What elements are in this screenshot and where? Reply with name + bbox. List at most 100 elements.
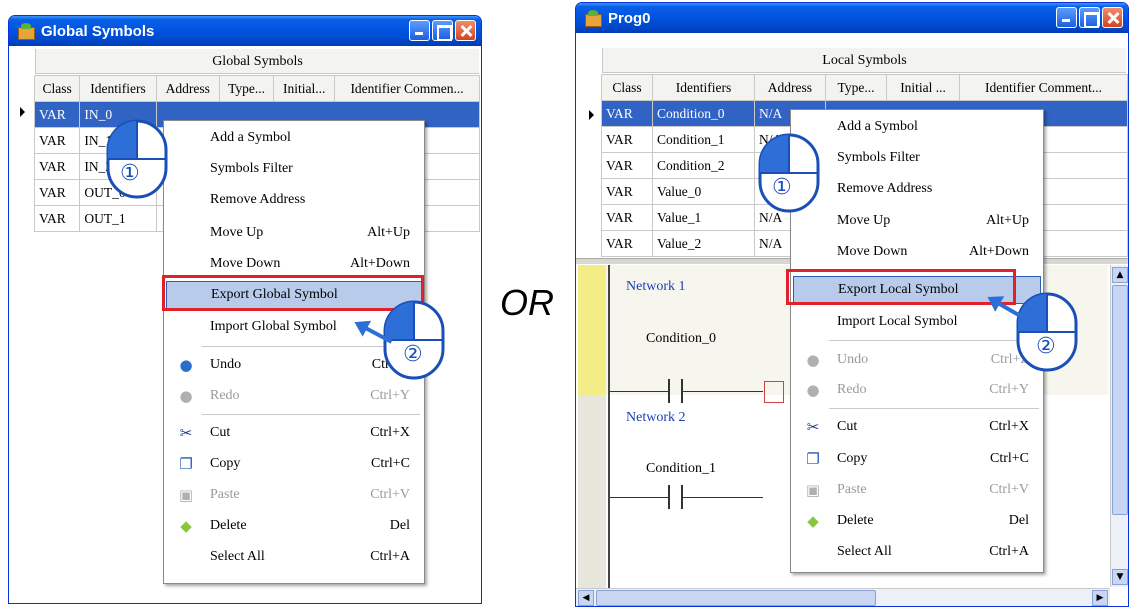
scroll-thumb[interactable]: [596, 590, 876, 606]
minimize-button[interactable]: [1056, 7, 1077, 28]
menu-item-select-all[interactable]: Select All Ctrl+A: [793, 538, 1041, 566]
step-1-label: ①: [120, 161, 140, 186]
contact-left-bar: [668, 379, 670, 403]
paste-icon: ▣: [805, 481, 821, 499]
column-header[interactable]: Type...: [218, 75, 275, 102]
menu-label: Move Up: [210, 225, 264, 240]
menu-item-redo[interactable]: ● Redo Ctrl+Y: [166, 382, 422, 410]
identifier-cell[interactable]: Value_2: [651, 230, 755, 257]
column-header[interactable]: Identifiers: [79, 75, 157, 102]
identifier-cell[interactable]: OUT_1: [79, 205, 157, 232]
menu-shortcut: Alt+Up: [986, 213, 1029, 228]
class-cell[interactable]: VAR: [33, 101, 81, 128]
menu-item-symbols-filter[interactable]: Symbols Filter: [166, 155, 422, 183]
menu-shortcut: Del: [1008, 513, 1029, 528]
table-title: Global Symbols: [35, 49, 479, 74]
class-cell[interactable]: VAR: [33, 179, 81, 206]
copy-icon: ❐: [179, 455, 193, 473]
menu-item-move-up[interactable]: Move Up Alt+Up: [166, 219, 422, 247]
window-title: Global Symbols: [41, 22, 155, 40]
export-callout-box: [786, 269, 1016, 305]
class-cell[interactable]: VAR: [33, 127, 81, 154]
close-button[interactable]: [455, 20, 476, 41]
redo-icon: ●: [806, 381, 820, 399]
column-header[interactable]: Address: [753, 74, 826, 101]
minimize-button[interactable]: [409, 20, 430, 41]
menu-item-paste[interactable]: ▣ Paste Ctrl+V: [166, 481, 422, 509]
menu-label: Delete: [210, 518, 247, 533]
close-button[interactable]: [1102, 7, 1123, 28]
menu-label: Cut: [837, 419, 858, 434]
class-cell[interactable]: VAR: [33, 205, 81, 232]
network-1-output-box: [764, 381, 784, 403]
menu-item-symbols-filter[interactable]: Symbols Filter: [793, 144, 1041, 172]
identifier-cell[interactable]: Value_0: [651, 178, 755, 205]
step-2-label: ②: [1036, 334, 1056, 359]
menu-item-redo[interactable]: ● Redo Ctrl+Y: [793, 376, 1041, 404]
identifier-cell[interactable]: Condition_0: [651, 100, 755, 127]
menu-item-cut[interactable]: ✂ Cut Ctrl+X: [166, 419, 422, 447]
menu-label: Symbols Filter: [837, 150, 920, 165]
scroll-down-button[interactable]: ▼: [1112, 569, 1128, 585]
menu-shortcut: Ctrl+X: [370, 425, 410, 440]
menu-label: Move Down: [210, 256, 281, 271]
menu-label: Select All: [210, 549, 265, 564]
menu-label: Import Global Symbol: [210, 319, 337, 334]
column-header[interactable]: Address: [155, 75, 220, 102]
class-cell[interactable]: VAR: [601, 204, 653, 231]
menu-item-import-local-symbol[interactable]: Import Local Symbol: [793, 308, 1041, 336]
mouse-step-2-icon: ②: [383, 300, 445, 385]
menu-item-add-symbol[interactable]: Add a Symbol: [793, 113, 1041, 141]
column-header[interactable]: Identifiers: [651, 74, 755, 101]
menu-label: Add a Symbol: [837, 119, 918, 134]
maximize-button[interactable]: [1079, 7, 1100, 28]
menu-item-delete[interactable]: ◆ Delete Del: [166, 512, 422, 540]
menu-item-delete[interactable]: ◆ Delete Del: [793, 507, 1041, 535]
vertical-scrollbar[interactable]: ▲ ▼: [1110, 265, 1128, 587]
identifier-cell[interactable]: Condition_1: [651, 126, 755, 153]
identifier-cell[interactable]: Condition_2: [651, 152, 755, 179]
column-header[interactable]: Class: [33, 75, 81, 102]
scroll-thumb[interactable]: [1112, 285, 1128, 515]
app-icon: [584, 10, 602, 27]
menu-item-undo[interactable]: ●UndoCtrl+Z: [793, 346, 1041, 374]
column-header[interactable]: Initial ...: [886, 74, 961, 101]
menu-label: Redo: [210, 388, 240, 403]
class-cell[interactable]: VAR: [601, 230, 653, 257]
menu-item-select-all[interactable]: Select All Ctrl+A: [166, 543, 422, 571]
scroll-left-button[interactable]: ◀: [578, 590, 594, 606]
contact-label: Condition_1: [646, 461, 717, 476]
column-header[interactable]: Identifier Comment...: [959, 74, 1128, 101]
column-header[interactable]: Class: [601, 74, 653, 101]
menu-item-move-down[interactable]: Move Down Alt+Down: [166, 250, 422, 278]
contact-left-bar: [668, 485, 670, 509]
menu-item-copy[interactable]: ❐ Copy Ctrl+C: [793, 445, 1041, 473]
menu-item-remove-address[interactable]: Remove Address: [166, 186, 422, 214]
identifier-cell[interactable]: Value_1: [651, 204, 755, 231]
class-cell[interactable]: VAR: [601, 152, 653, 179]
scroll-up-button[interactable]: ▲: [1112, 267, 1128, 283]
column-header[interactable]: Type...: [824, 74, 888, 101]
menu-label: Remove Address: [210, 192, 306, 207]
menu-label: Symbols Filter: [210, 161, 293, 176]
rung-wire: [683, 391, 763, 392]
menu-item-move-down[interactable]: Move Down Alt+Down: [793, 238, 1041, 266]
menu-shortcut: Alt+Down: [349, 256, 410, 271]
menu-item-copy[interactable]: ❐ Copy Ctrl+C: [166, 450, 422, 478]
menu-item-move-up[interactable]: Move Up Alt+Up: [793, 207, 1041, 235]
horizontal-scrollbar[interactable]: ◀ ▶: [576, 588, 1110, 606]
column-header[interactable]: Initial...: [273, 75, 336, 102]
menu-item-add-symbol[interactable]: Add a Symbol: [166, 124, 422, 152]
maximize-button[interactable]: [432, 20, 453, 41]
scissors-icon: ✂: [179, 424, 193, 442]
menu-item-paste[interactable]: ▣ Paste Ctrl+V: [793, 476, 1041, 504]
class-cell[interactable]: VAR: [33, 153, 81, 180]
class-cell[interactable]: VAR: [601, 126, 653, 153]
column-header[interactable]: Identifier Commen...: [334, 75, 480, 102]
class-cell[interactable]: VAR: [601, 100, 653, 127]
class-cell[interactable]: VAR: [601, 178, 653, 205]
scroll-right-button[interactable]: ▶: [1092, 590, 1108, 606]
menu-shortcut: Ctrl+Y: [989, 382, 1029, 397]
menu-item-cut[interactable]: ✂ Cut Ctrl+X: [793, 413, 1041, 441]
menu-item-remove-address[interactable]: Remove Address: [793, 175, 1041, 203]
